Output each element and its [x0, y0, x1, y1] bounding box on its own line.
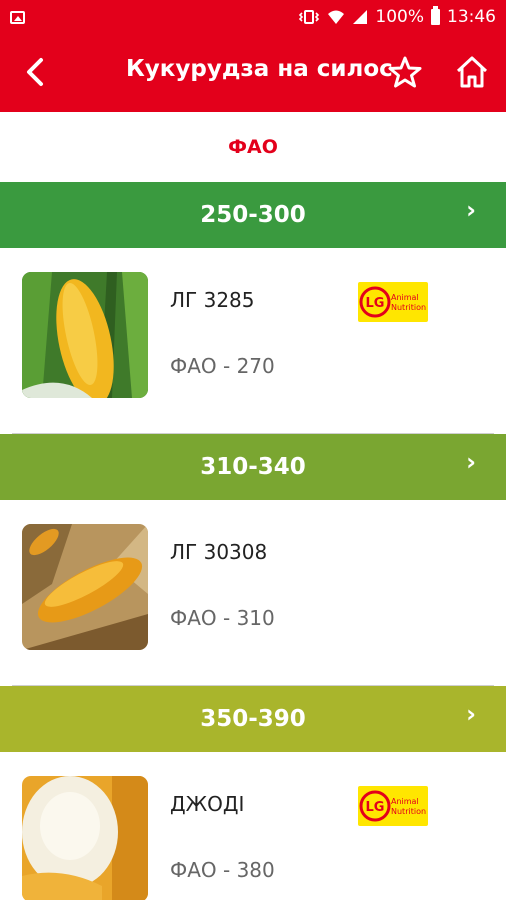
signal-icon — [353, 10, 368, 24]
svg-text:LG: LG — [366, 296, 385, 311]
item-name: ДЖОДІ — [170, 792, 245, 816]
group-header-350-390[interactable]: 350-390 › — [0, 686, 506, 752]
group-label: 350-390 — [200, 706, 306, 732]
app-bar: Кукурудза на силос — [0, 34, 506, 112]
corn-image — [22, 524, 148, 650]
svg-text:Nutrition: Nutrition — [391, 807, 426, 816]
lg-animal-nutrition-logo: LG Animal Nutrition — [358, 282, 428, 322]
lg-animal-nutrition-logo: LG Animal Nutrition — [358, 786, 428, 826]
back-arrow-icon — [27, 58, 43, 86]
item-name: ЛГ 3285 — [170, 288, 255, 312]
svg-text:Animal: Animal — [391, 797, 419, 806]
group-header-250-300[interactable]: 250-300 › — [0, 182, 506, 248]
chevron-right-icon: › — [466, 196, 476, 224]
chevron-right-icon: › — [466, 448, 476, 476]
star-icon — [388, 56, 422, 88]
clock: 13:46 — [447, 7, 496, 27]
group-label: 310-340 — [200, 454, 306, 480]
svg-text:Nutrition: Nutrition — [391, 303, 426, 312]
battery-percent: 100% — [375, 7, 424, 27]
list-item[interactable]: ЛГ 30308 ФАО - 310 — [0, 500, 506, 686]
status-bar: 100% 13:46 — [0, 0, 506, 34]
home-icon — [456, 56, 488, 88]
svg-text:LG: LG — [366, 800, 385, 815]
item-fao: ФАО - 270 — [170, 354, 275, 378]
home-button[interactable] — [454, 54, 490, 90]
corn-image — [22, 272, 148, 398]
item-fao: ФАО - 310 — [170, 606, 275, 630]
chevron-right-icon: › — [466, 700, 476, 728]
list-item[interactable]: ДЖОДІ ФАО - 380 LG Animal Nutrition — [0, 752, 506, 900]
gallery-notification-icon — [10, 10, 25, 24]
corn-image — [22, 776, 148, 900]
page-title: Кукурудза на силос — [126, 56, 393, 82]
group-header-310-340[interactable]: 310-340 › — [0, 434, 506, 500]
battery-icon — [431, 6, 440, 25]
favorite-button[interactable] — [387, 54, 423, 90]
vibrate-icon — [299, 10, 320, 24]
wifi-icon — [328, 10, 345, 24]
item-fao: ФАО - 380 — [170, 858, 275, 882]
item-name: ЛГ 30308 — [170, 540, 268, 564]
list-item[interactable]: ЛГ 3285 ФАО - 270 LG Animal Nutrition — [0, 248, 506, 434]
svg-text:Animal: Animal — [391, 293, 419, 302]
list-header: ФАО — [228, 136, 278, 158]
back-button[interactable] — [18, 54, 54, 90]
group-label: 250-300 — [200, 202, 306, 228]
